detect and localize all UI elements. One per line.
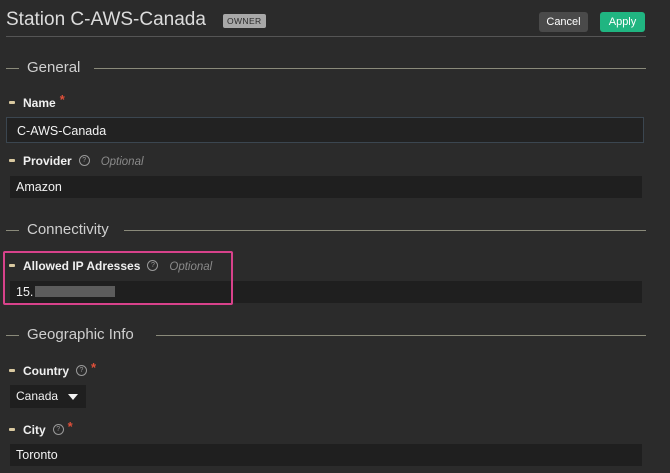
section-line (124, 230, 646, 231)
page-header: Station C-AWS-Canada OWNER Cancel Apply (0, 0, 670, 38)
name-input[interactable]: C-AWS-Canada (6, 117, 644, 143)
section-geographic: Geographic Info (6, 325, 646, 345)
owner-badge: OWNER (223, 14, 266, 28)
page-title: Station C-AWS-Canada (6, 9, 206, 30)
section-title-geographic: Geographic Info (27, 326, 134, 343)
highlight-box (3, 251, 233, 305)
bullet-icon (9, 101, 15, 105)
cancel-button[interactable]: Cancel (539, 12, 588, 32)
city-input[interactable]: Toronto (10, 444, 642, 466)
city-label-text: City (23, 423, 46, 437)
country-value: Canada (16, 389, 59, 403)
section-connectivity: Connectivity (6, 220, 646, 240)
section-line (156, 335, 646, 336)
country-select[interactable]: Canada (10, 385, 87, 408)
section-general: General (6, 58, 646, 78)
required-icon: * (91, 360, 97, 375)
provider-label-text: Provider (23, 154, 72, 168)
provider-label: Provider? Optional (9, 154, 144, 168)
section-title-general: General (27, 59, 81, 76)
required-icon: * (59, 92, 65, 107)
required-icon: * (67, 419, 73, 434)
bullet-icon (9, 369, 15, 373)
section-title-connectivity: Connectivity (27, 221, 109, 238)
country-label: Country? * (9, 361, 96, 378)
header-divider (6, 36, 646, 37)
city-label: City? * (9, 420, 73, 437)
name-label: Name * (9, 93, 65, 110)
section-line (6, 68, 19, 69)
caret-down-icon (68, 393, 79, 400)
bullet-icon (9, 428, 15, 432)
provider-input[interactable]: Amazon (10, 176, 642, 198)
help-icon[interactable]: ? (76, 365, 87, 377)
bullet-icon (9, 159, 15, 163)
optional-text: Optional (100, 156, 144, 168)
section-line (6, 335, 19, 336)
name-label-text: Name (23, 96, 56, 110)
help-icon[interactable]: ? (78, 155, 90, 167)
section-line (94, 68, 646, 69)
apply-button[interactable]: Apply (600, 12, 645, 32)
section-line (6, 230, 19, 231)
country-label-text: Country (23, 364, 69, 378)
help-icon[interactable]: ? (52, 424, 64, 436)
